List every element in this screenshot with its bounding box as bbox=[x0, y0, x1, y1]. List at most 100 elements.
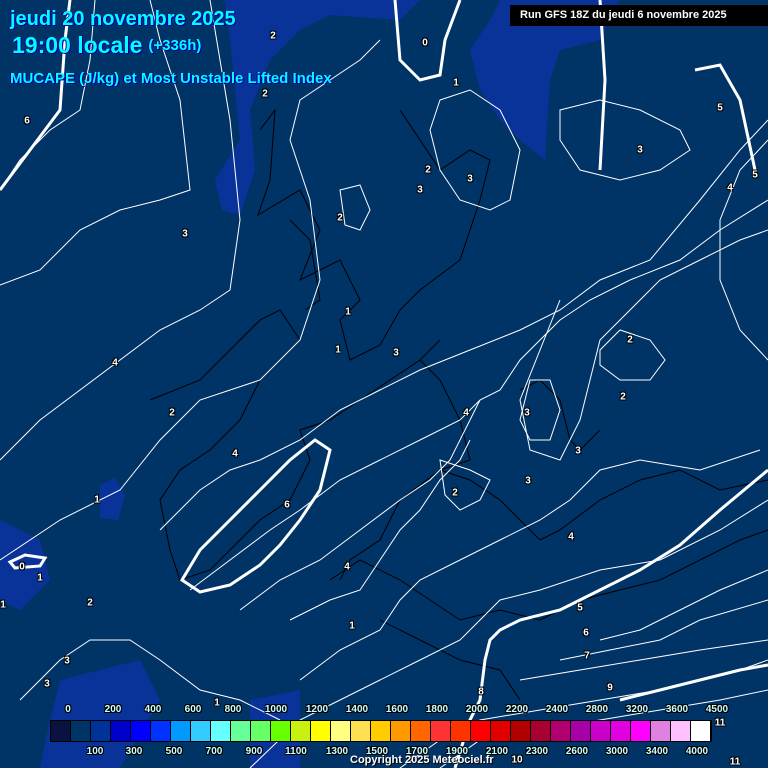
li-contour-5 bbox=[694, 63, 757, 171]
scale-tick-top: 2000 bbox=[465, 704, 489, 715]
contour-label: 3 bbox=[467, 173, 473, 185]
contour-label: 1 bbox=[0, 599, 6, 611]
contour-label: 6 bbox=[24, 115, 30, 127]
scale-tick-top: 1000 bbox=[264, 704, 288, 715]
contour-label: 1 bbox=[37, 572, 43, 584]
color-swatch bbox=[251, 721, 271, 741]
color-swatch bbox=[191, 721, 211, 741]
contour-label: 3 bbox=[575, 445, 581, 457]
color-swatch bbox=[491, 721, 511, 741]
contour-label: 3 bbox=[64, 655, 70, 667]
contour-label: 0 bbox=[422, 37, 428, 49]
contour-label: 9 bbox=[607, 682, 613, 694]
color-swatch bbox=[571, 721, 591, 741]
color-swatch bbox=[91, 721, 111, 741]
contour-label: 2 bbox=[87, 597, 93, 609]
contour-label: 3 bbox=[44, 678, 50, 690]
contour-label: 1 bbox=[349, 620, 355, 632]
color-swatch bbox=[391, 721, 411, 741]
parameter-title: MUCAPE (J/kg) et Most Unstable Lifted In… bbox=[10, 70, 332, 87]
color-swatch bbox=[671, 721, 691, 741]
scale-tick-bottom: 1300 bbox=[325, 746, 349, 757]
color-swatch bbox=[451, 721, 471, 741]
contour-label: 4 bbox=[568, 531, 574, 543]
color-swatch bbox=[371, 721, 391, 741]
color-swatch bbox=[591, 721, 611, 741]
color-scale bbox=[50, 720, 712, 742]
color-swatch bbox=[291, 721, 311, 741]
cape-patches bbox=[0, 0, 620, 768]
color-swatch bbox=[471, 721, 491, 741]
scale-tick-bottom: 2600 bbox=[565, 746, 589, 757]
scale-tick-top: 600 bbox=[184, 704, 202, 715]
scale-tick-top: 400 bbox=[144, 704, 162, 715]
color-swatch bbox=[271, 721, 291, 741]
contour-label: 2 bbox=[452, 487, 458, 499]
contour-label: 4 bbox=[112, 357, 118, 369]
contour-label: 5 bbox=[752, 169, 758, 181]
copyright: Copyright 2025 Meteociel.fr bbox=[350, 754, 494, 766]
color-swatch bbox=[331, 721, 351, 741]
scale-tick-top: 0 bbox=[65, 704, 71, 715]
scale-tick-bottom: 900 bbox=[245, 746, 263, 757]
contour-label: 2 bbox=[337, 212, 343, 224]
run-label: Run GFS 18Z du jeudi 6 novembre 2025 bbox=[510, 5, 768, 26]
scale-tick-bottom: 2300 bbox=[525, 746, 549, 757]
color-swatch bbox=[351, 721, 371, 741]
contour-label: 3 bbox=[393, 347, 399, 359]
scale-tick-top: 3200 bbox=[625, 704, 649, 715]
scale-tick-top: 1400 bbox=[345, 704, 369, 715]
forecast-lead-time: (+336h) bbox=[148, 37, 202, 54]
scale-tick-top: 2400 bbox=[545, 704, 569, 715]
forecast-local-time: 19:00 locale bbox=[12, 32, 143, 58]
color-swatch bbox=[311, 721, 331, 741]
contour-label: 2 bbox=[169, 407, 175, 419]
contour-label: 2 bbox=[627, 334, 633, 346]
contour-label: 11 bbox=[714, 717, 726, 729]
color-swatch bbox=[531, 721, 551, 741]
scale-tick-bottom: 300 bbox=[125, 746, 143, 757]
contour-label: 1 bbox=[214, 697, 220, 709]
scale-tick-bottom: 4000 bbox=[685, 746, 709, 757]
scale-tick-bottom: 100 bbox=[86, 746, 104, 757]
scale-tick-top: 800 bbox=[224, 704, 242, 715]
scale-tick-top: 1800 bbox=[425, 704, 449, 715]
contour-label: 1 bbox=[345, 306, 351, 318]
color-swatch bbox=[411, 721, 431, 741]
contour-label: 7 bbox=[584, 650, 590, 662]
color-swatch bbox=[611, 721, 631, 741]
contour-label: 8 bbox=[478, 686, 484, 698]
contour-label: 10 bbox=[511, 754, 523, 766]
scale-tick-top: 3600 bbox=[665, 704, 689, 715]
contour-label: 6 bbox=[284, 499, 290, 511]
scale-tick-top: 2200 bbox=[505, 704, 529, 715]
contour-label: 1 bbox=[453, 77, 459, 89]
color-swatch bbox=[131, 721, 151, 741]
color-swatch bbox=[71, 721, 91, 741]
contour-label: 11 bbox=[729, 756, 741, 768]
contour-label: 1 bbox=[335, 344, 341, 356]
scale-tick-bottom: 700 bbox=[205, 746, 223, 757]
scale-tick-bottom: 3000 bbox=[605, 746, 629, 757]
forecast-date: jeudi 20 novembre 2025 bbox=[10, 8, 236, 30]
color-swatch bbox=[171, 721, 191, 741]
contour-label: 3 bbox=[637, 144, 643, 156]
color-swatch bbox=[211, 721, 231, 741]
color-swatch bbox=[631, 721, 651, 741]
contour-label: 1 bbox=[94, 494, 100, 506]
color-swatch bbox=[431, 721, 451, 741]
scale-tick-top: 1200 bbox=[305, 704, 329, 715]
contour-label: 3 bbox=[417, 184, 423, 196]
contour-label: 4 bbox=[232, 448, 238, 460]
contour-label: 0 bbox=[19, 561, 25, 573]
color-swatch bbox=[51, 721, 71, 741]
scale-tick-top: 200 bbox=[104, 704, 122, 715]
scale-tick-top: 1600 bbox=[385, 704, 409, 715]
cape-patch bbox=[215, 0, 420, 215]
color-swatch bbox=[651, 721, 671, 741]
contour-label: 5 bbox=[577, 602, 583, 614]
weather-map bbox=[0, 0, 768, 768]
contour-label: 2 bbox=[270, 30, 276, 42]
forecast-time: 19:00 locale (+336h) bbox=[12, 32, 201, 59]
scale-tick-bottom: 3400 bbox=[645, 746, 669, 757]
